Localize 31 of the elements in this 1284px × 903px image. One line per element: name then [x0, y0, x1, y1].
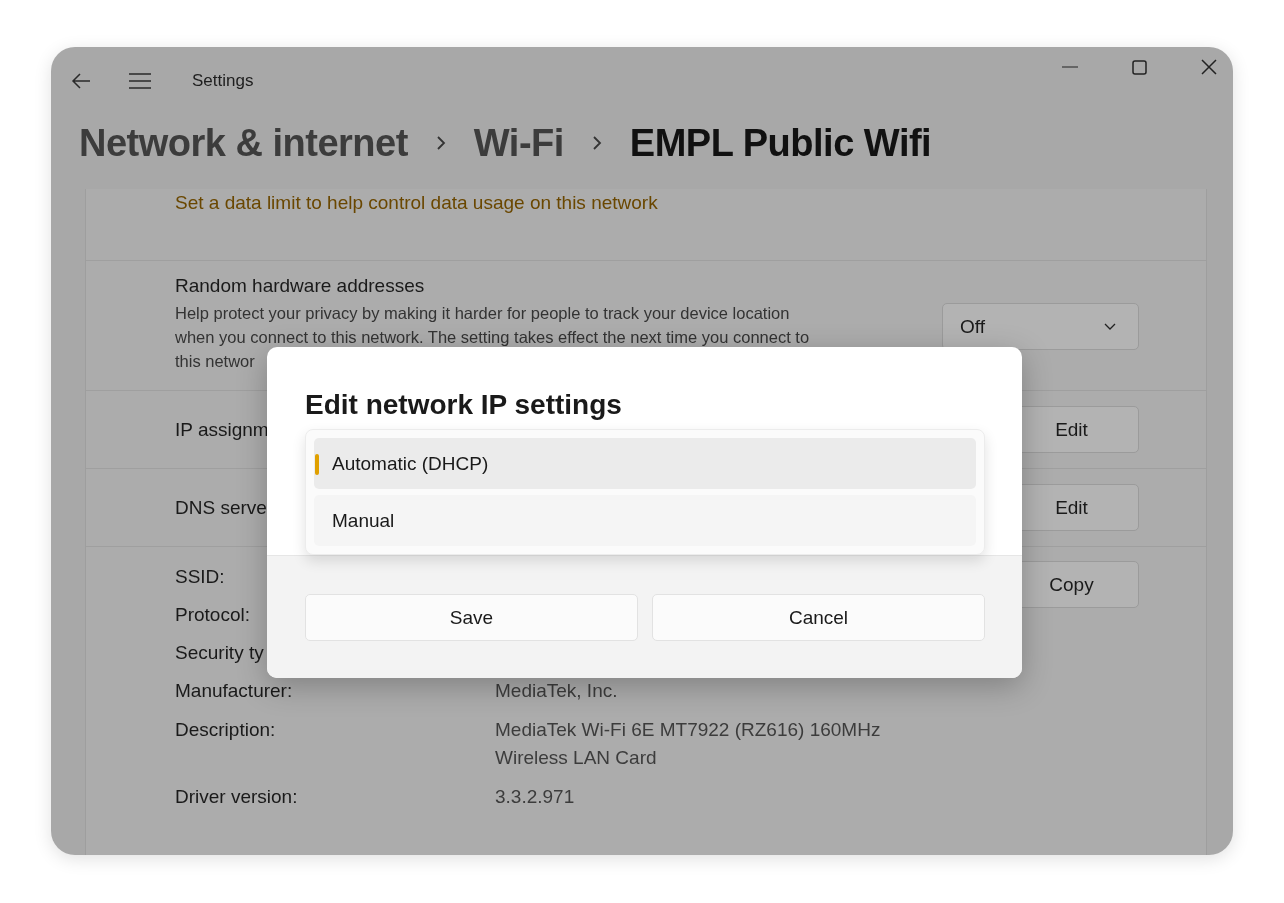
setting-label: IP assignm	[175, 418, 269, 441]
back-icon[interactable]	[71, 73, 91, 89]
property-label: SSID:	[175, 566, 225, 587]
property-value: MediaTek Wi-Fi 6E MT7922 (RZ616) 160MHz Wireless LAN Card	[495, 718, 881, 770]
save-button[interactable]: Save	[305, 594, 638, 641]
setting-description: Help protect your privacy by making it harder for people to track your device location when you connect to this network. The setting takes effect the next time you connect to this networ	[175, 303, 810, 372]
breadcrumb-item[interactable]: Wi-Fi	[473, 121, 564, 165]
menu-icon[interactable]	[129, 73, 151, 89]
dialog-title: Edit network IP settings	[305, 389, 623, 421]
list-option[interactable]: Automatic (DHCP)	[314, 438, 976, 489]
chevron-icon	[591, 135, 602, 151]
property-value: 3.3.2.971	[495, 785, 575, 809]
dropdown[interactable]: Off	[942, 303, 1139, 350]
chevron-icon	[435, 135, 446, 151]
setting-title: Random hardware addresses	[175, 275, 426, 297]
property-label: Security ty	[175, 642, 264, 663]
property-label: Driver version:	[175, 786, 298, 807]
breadcrumb-item: EMPL Public Wifi	[629, 121, 932, 165]
window-title: Settings	[192, 71, 254, 91]
cancel-button[interactable]: Cancel	[652, 594, 985, 641]
property-label: Description:	[175, 719, 276, 740]
property-label: Manufacturer:	[175, 680, 293, 701]
property-value: MediaTek, Inc.	[495, 679, 618, 703]
close-icon[interactable]	[1201, 59, 1217, 75]
property-label: Protocol:	[175, 604, 250, 625]
list-option[interactable]: Manual	[314, 495, 976, 546]
breadcrumb-item[interactable]: Network & internet	[79, 121, 408, 165]
caret-icon	[1104, 323, 1116, 330]
setting-label: DNS serve	[175, 496, 267, 519]
maximize-icon[interactable]	[1132, 59, 1147, 75]
data-limit-link[interactable]: Set a data limit to help control data usage on this network	[175, 192, 658, 213]
